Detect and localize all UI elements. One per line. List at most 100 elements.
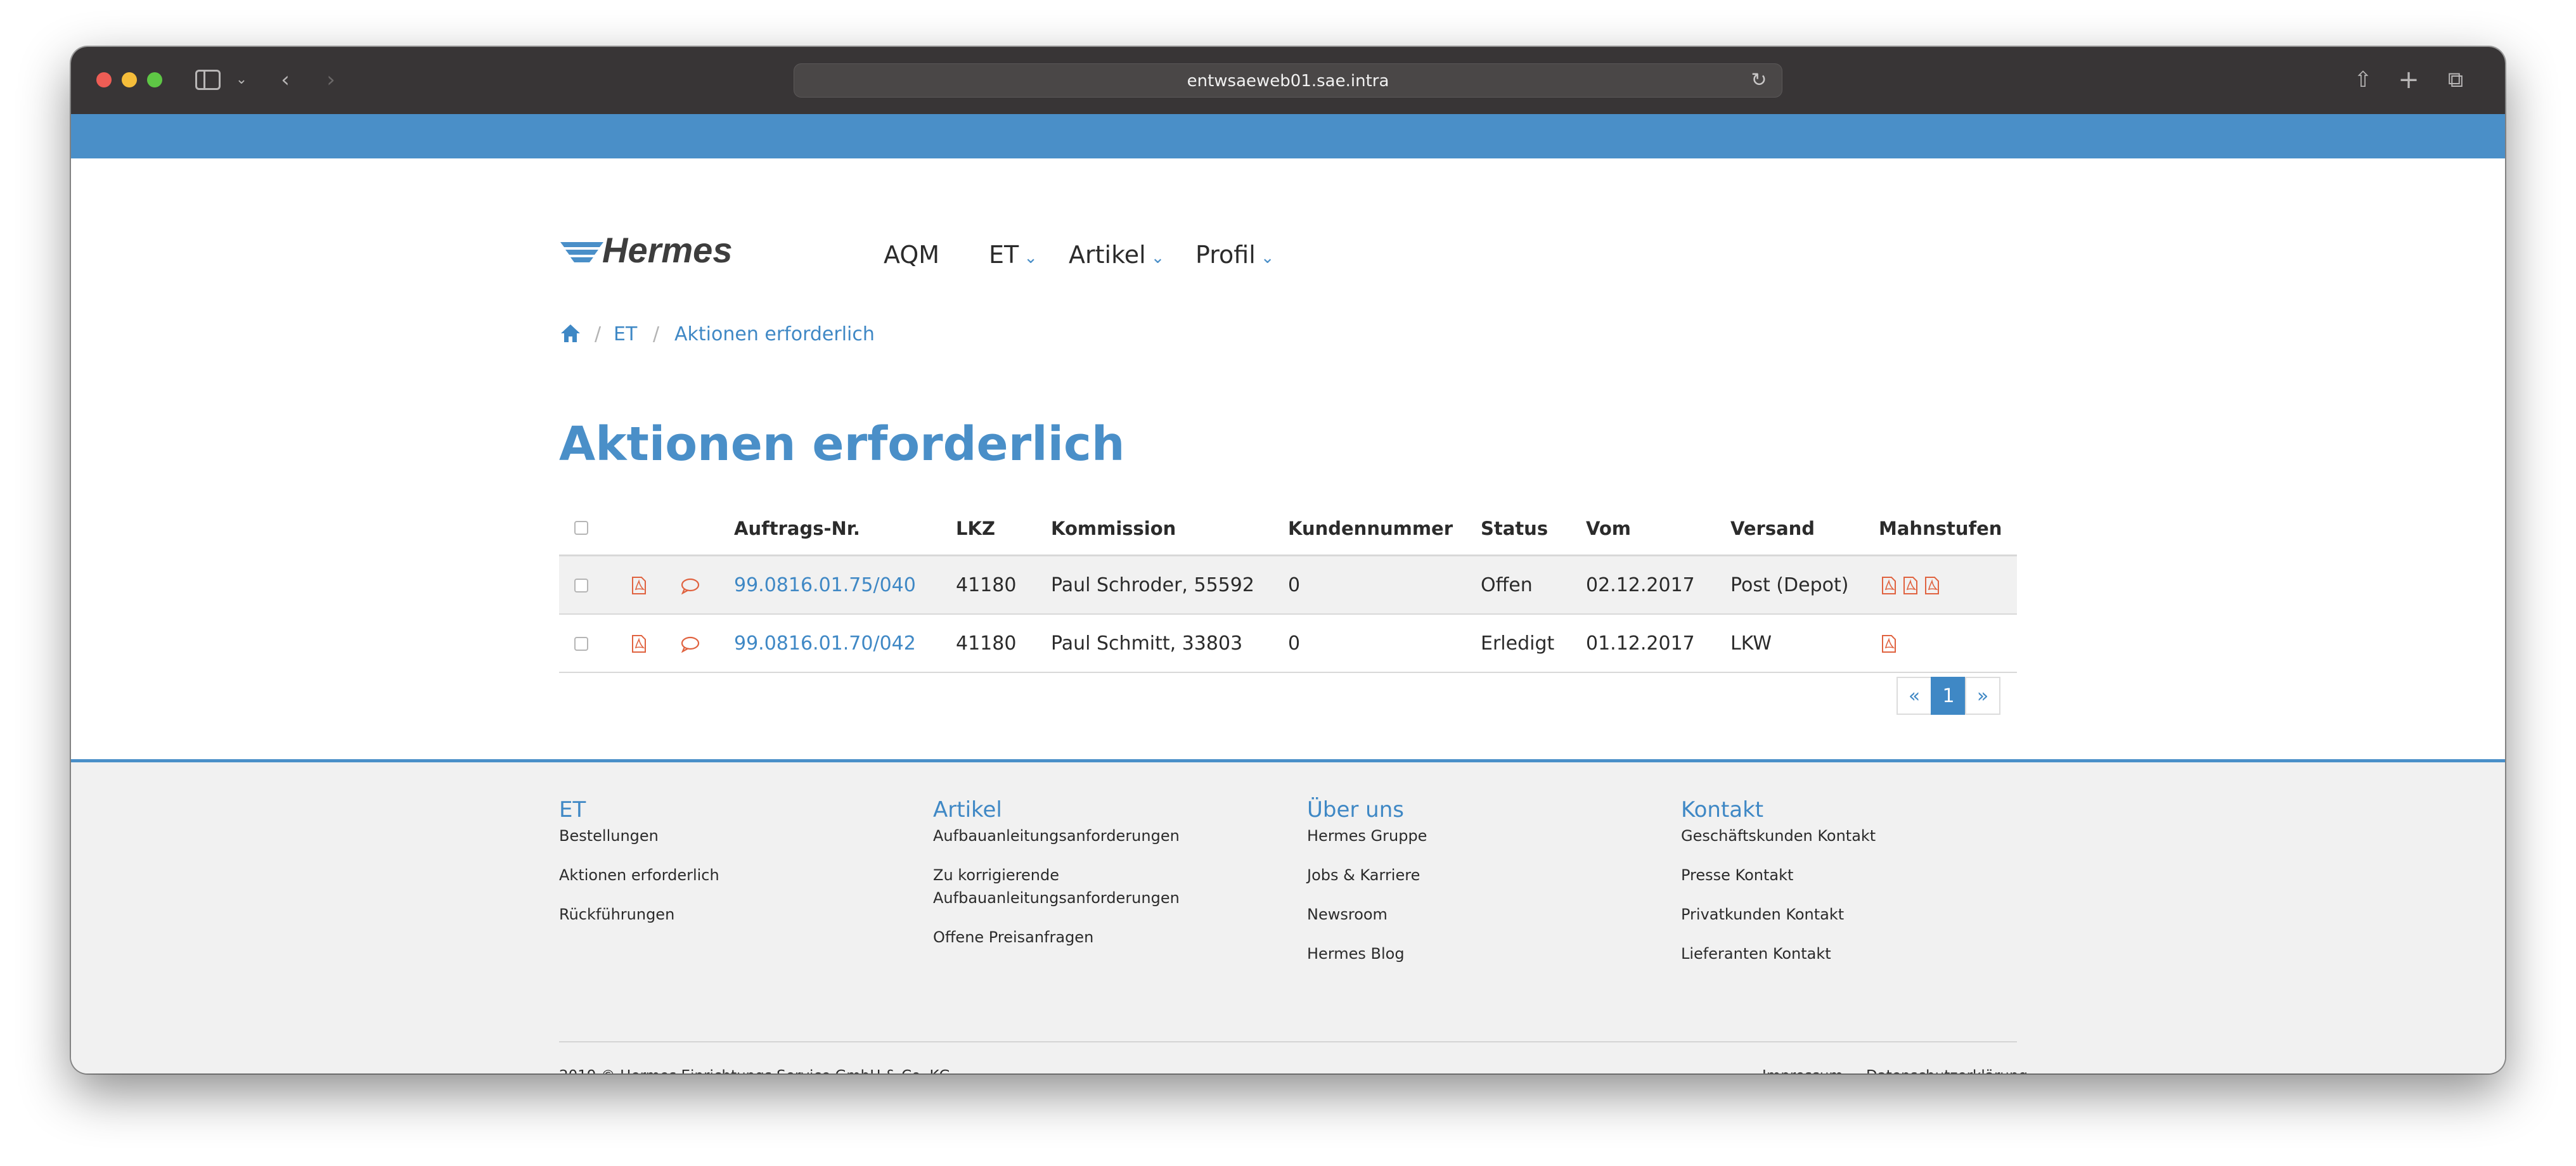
home-icon[interactable] <box>559 322 582 345</box>
breadcrumb-separator: / <box>595 323 602 345</box>
hermes-logo-mark-icon <box>560 242 603 262</box>
auftrag-link[interactable]: 99.0816.01.70/042 <box>734 615 916 673</box>
table-header: Auftrags-Nr. LKZ Kommission Kundennummer… <box>559 501 2017 556</box>
row-checkbox[interactable] <box>574 637 588 651</box>
tab-overview-icon[interactable]: ⧉ <box>2443 66 2468 94</box>
chevron-down-icon: ⌄ <box>1150 248 1165 267</box>
datenschutz-link[interactable]: Datenschutzerklärung <box>1866 1068 2028 1073</box>
chevron-down-icon: ⌄ <box>1024 248 1038 267</box>
nav-label: Artikel <box>1069 241 1146 269</box>
column-header-vom[interactable]: Vom <box>1586 501 1631 556</box>
column-header-versand[interactable]: Versand <box>1730 501 1815 556</box>
footer-column-ueber-uns: Über uns Hermes Gruppe Jobs & Karriere N… <box>1307 795 1427 965</box>
reload-icon[interactable]: ↻ <box>1748 69 1770 92</box>
hermes-logo[interactable]: Hermes <box>559 228 743 272</box>
vom-cell: 02.12.2017 <box>1586 574 1695 596</box>
address-url: entwsaeweb01.sae.intra <box>1187 72 1389 91</box>
row-checkbox[interactable] <box>574 579 588 593</box>
browser-titlebar: ⌄ ‹ › entwsaeweb01.sae.intra ↻ ⇧ + ⧉ <box>71 47 2505 114</box>
versand-cell: LKW <box>1730 632 1772 655</box>
sidebar-toggle-icon[interactable] <box>195 70 221 90</box>
column-header-kundennummer[interactable]: Kundennummer <box>1288 501 1453 556</box>
table-row: 99.0816.01.75/040 41180 Paul Schroder, 5… <box>559 556 2017 615</box>
kundennummer-cell: 0 <box>1288 632 1301 655</box>
orders-table: Auftrags-Nr. LKZ Kommission Kundennummer… <box>559 501 2017 673</box>
breadcrumb-current[interactable]: Aktionen erforderlich <box>674 322 875 347</box>
pagination-page-1[interactable]: 1 <box>1931 677 1966 715</box>
mahnstufe-pdf-icon[interactable] <box>1881 577 1897 594</box>
new-tab-icon[interactable]: + <box>2396 66 2421 94</box>
copyright: 2019 © Hermes Einrichtungs Service GmbH … <box>559 1068 950 1073</box>
select-all-checkbox[interactable] <box>574 521 588 535</box>
pdf-icon[interactable] <box>631 635 647 653</box>
footer-heading: Artikel <box>933 797 1002 823</box>
back-arrow-icon[interactable]: ‹ <box>273 66 298 94</box>
nav-label: AQM <box>884 241 940 269</box>
footer-link[interactable]: Aufbauanleitungsanforderungen <box>933 824 1180 847</box>
footer-link[interactable]: Bestellungen <box>559 824 719 847</box>
nav-profil[interactable]: Profil ⌄ <box>1195 240 1275 273</box>
footer-column-artikel: Artikel Aufbauanleitungsanforderungen Zu… <box>933 795 1180 949</box>
status-cell: Offen <box>1481 574 1533 596</box>
share-icon[interactable]: ⇧ <box>2350 66 2376 94</box>
footer-link[interactable]: Newsroom <box>1307 903 1427 926</box>
footer-link[interactable]: Presse Kontakt <box>1681 864 1876 887</box>
minimize-window-button[interactable] <box>122 72 137 87</box>
close-window-button[interactable] <box>96 72 112 87</box>
kommission-cell: Paul Schroder, 55592 <box>1051 574 1254 596</box>
footer-link[interactable]: Geschäftskunden Kontakt <box>1681 824 1876 847</box>
table-row: 99.0816.01.70/042 41180 Paul Schmitt, 33… <box>559 615 2017 673</box>
footer-link[interactable]: Hermes Blog <box>1307 942 1427 965</box>
pagination: « 1 » <box>1897 677 2000 715</box>
chevron-down-icon[interactable]: ⌄ <box>232 66 251 94</box>
pagination-prev[interactable]: « <box>1897 677 1932 715</box>
nav-artikel[interactable]: Artikel ⌄ <box>1069 240 1164 273</box>
footer-link[interactable]: Offene Preisanfragen <box>933 926 1180 949</box>
footer-link[interactable]: Rückführungen <box>559 903 719 926</box>
footer-link[interactable]: Privatkunden Kontakt <box>1681 903 1876 926</box>
nav-label: Profil <box>1195 241 1256 269</box>
column-header-auftrag[interactable]: Auftrags-Nr. <box>734 501 860 556</box>
kundennummer-cell: 0 <box>1288 574 1301 596</box>
footer-column-kontakt: Kontakt Geschäftskunden Kontakt Presse K… <box>1681 795 1876 965</box>
page-title: Aktionen erforderlich <box>559 417 1125 471</box>
versand-cell: Post (Depot) <box>1730 574 1849 596</box>
footer-link[interactable]: Hermes Gruppe <box>1307 824 1427 847</box>
mahnstufe-pdf-icon[interactable] <box>1881 635 1897 653</box>
breadcrumb-separator: / <box>653 323 660 345</box>
chat-icon[interactable] <box>681 578 700 594</box>
column-header-mahnstufen[interactable]: Mahnstufen <box>1879 501 2002 556</box>
forward-arrow-icon[interactable]: › <box>318 66 344 94</box>
pdf-icon[interactable] <box>631 577 647 594</box>
impressum-link[interactable]: Impressum <box>1762 1068 1843 1073</box>
mahnstufe-pdf-icon[interactable] <box>1924 577 1940 594</box>
mahnstufe-pdf-icon[interactable] <box>1903 577 1918 594</box>
vom-cell: 01.12.2017 <box>1586 632 1695 655</box>
nav-et[interactable]: ET ⌄ <box>989 240 1038 273</box>
footer-link[interactable]: Zu korrigierende <box>933 864 1180 887</box>
column-header-status[interactable]: Status <box>1481 501 1548 556</box>
auftrag-link[interactable]: 99.0816.01.75/040 <box>734 556 916 615</box>
logo-text: Hermes <box>602 230 733 270</box>
chat-icon[interactable] <box>681 636 700 653</box>
lkz-cell: 41180 <box>956 632 1017 655</box>
footer-heading: ET <box>559 797 586 823</box>
status-cell: Erledigt <box>1481 632 1555 655</box>
breadcrumb-et[interactable]: ET <box>614 322 637 347</box>
nav-label: ET <box>989 241 1019 269</box>
footer-divider <box>559 1041 2017 1042</box>
footer-link[interactable]: Aufbauanleitungsanforderungen <box>933 887 1180 909</box>
pagination-next[interactable]: » <box>1965 677 2000 715</box>
footer-column-et: ET Bestellungen Aktionen erforderlich Rü… <box>559 795 719 926</box>
address-bar[interactable]: entwsaeweb01.sae.intra ↻ <box>794 63 1782 98</box>
footer-link[interactable]: Aktionen erforderlich <box>559 864 719 887</box>
nav-aqm[interactable]: AQM <box>884 240 939 270</box>
footer-link[interactable]: Jobs & Karriere <box>1307 864 1427 887</box>
kommission-cell: Paul Schmitt, 33803 <box>1051 632 1243 655</box>
column-header-kommission[interactable]: Kommission <box>1051 501 1176 556</box>
top-accent-bar <box>71 114 2505 158</box>
footer-link[interactable]: Lieferanten Kontakt <box>1681 942 1876 965</box>
column-header-lkz[interactable]: LKZ <box>956 501 995 556</box>
footer-heading: Kontakt <box>1681 797 1764 823</box>
zoom-window-button[interactable] <box>147 72 162 87</box>
